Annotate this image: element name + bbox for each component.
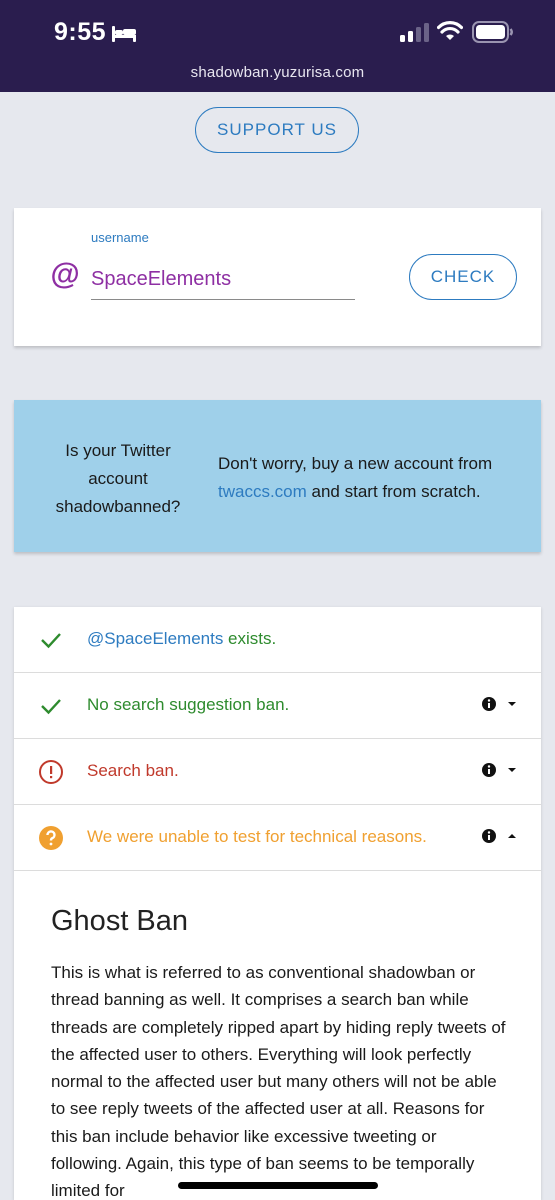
result-row-exists: @SpaceElements exists. bbox=[14, 607, 541, 673]
alert-circle-icon bbox=[39, 760, 63, 784]
check-icon bbox=[41, 633, 61, 649]
ad-pitch: Don't worry, buy a new account from twac… bbox=[218, 450, 524, 506]
ad-question: Is your Twitter account shadowbanned? bbox=[55, 441, 181, 516]
status-time: 9:55 bbox=[54, 18, 107, 46]
url-bar[interactable]: shadowban.yuzurisa.com bbox=[0, 64, 555, 81]
result-text: @SpaceElements exists. bbox=[87, 629, 276, 649]
info-toggle[interactable] bbox=[481, 827, 521, 847]
signal-icon bbox=[400, 23, 429, 42]
check-icon bbox=[41, 699, 61, 715]
chevron-down-icon bbox=[508, 768, 516, 772]
check-button[interactable]: CHECK bbox=[409, 254, 517, 300]
result-text: We were unable to test for technical rea… bbox=[87, 827, 427, 846]
result-text: No search suggestion ban. bbox=[87, 695, 290, 714]
result-exists-suffix: exists. bbox=[223, 629, 277, 648]
ad-link[interactable]: twaccs.com bbox=[218, 482, 307, 501]
support-us-button[interactable]: SUPPORT US bbox=[195, 107, 359, 153]
at-icon: @ bbox=[50, 258, 80, 291]
result-text: Search ban. bbox=[87, 761, 179, 780]
results-panel: @SpaceElements exists. No search suggest… bbox=[14, 607, 541, 1200]
info-toggle[interactable] bbox=[481, 695, 521, 715]
chevron-down-icon bbox=[508, 702, 516, 706]
chevron-up-icon bbox=[508, 834, 516, 838]
ad-banner[interactable]: Is your Twitter account shadowbanned? Do… bbox=[14, 400, 541, 552]
wifi-icon bbox=[437, 21, 463, 40]
detail-body: This is what is referred to as conventio… bbox=[51, 963, 506, 1200]
battery-icon bbox=[472, 21, 513, 43]
result-handle[interactable]: @SpaceElements bbox=[87, 629, 223, 648]
result-row-search-ban[interactable]: Search ban. bbox=[14, 739, 541, 805]
ad-pitch-suffix: and start from scratch. bbox=[306, 482, 481, 501]
ad-pitch-text: Don't worry, buy a new account from bbox=[218, 454, 493, 473]
home-indicator[interactable] bbox=[178, 1182, 378, 1189]
detail-title: Ghost Ban bbox=[51, 905, 189, 937]
result-row-suggestion-ban[interactable]: No search suggestion ban. bbox=[14, 673, 541, 739]
status-bar: 9:55 shadowban.yuzurisa.com bbox=[0, 0, 555, 92]
username-input[interactable] bbox=[91, 256, 355, 300]
help-circle-icon bbox=[39, 826, 63, 850]
bed-icon bbox=[112, 26, 136, 42]
result-row-ghost-ban[interactable]: We were unable to test for technical rea… bbox=[14, 805, 541, 871]
username-label: username bbox=[91, 230, 149, 245]
info-toggle[interactable] bbox=[481, 761, 521, 781]
username-card: @ username CHECK bbox=[14, 208, 541, 346]
